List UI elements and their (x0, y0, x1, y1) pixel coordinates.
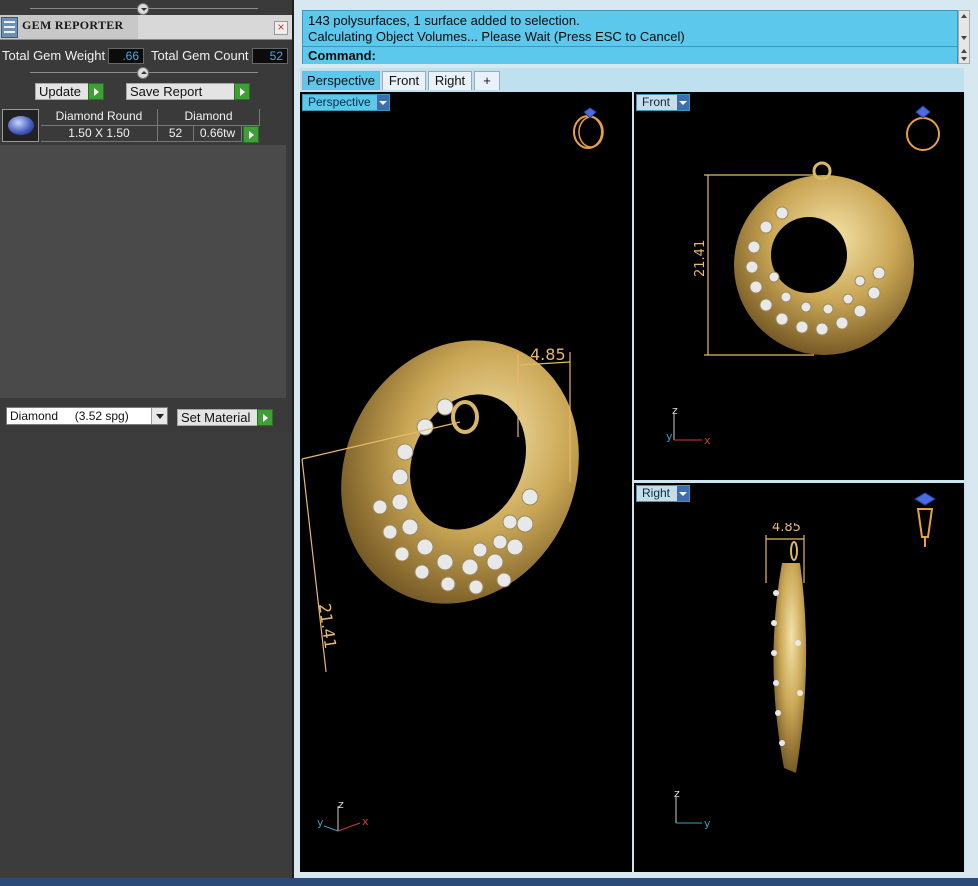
total-gem-count-label: Total Gem Count (151, 48, 249, 63)
right-viewport[interactable]: Right 4.85 z y (634, 483, 964, 872)
command-history-line: Calculating Object Volumes... Please Wai… (308, 29, 685, 44)
gem-list-area (0, 145, 286, 398)
pendant-side-render: 4.85 (765, 523, 807, 773)
arrow-right-icon (257, 409, 273, 426)
perspective-axis-widget: z x y (316, 798, 376, 838)
front-height-dimension: 21.41 (694, 240, 708, 277)
axis-y-label: y (704, 817, 711, 830)
tab-front[interactable]: Front (382, 71, 426, 90)
viewport-grid: Perspective 21.41 4.85 z x y Front 21.41… (300, 92, 966, 872)
command-prompt[interactable]: Command: (303, 46, 957, 64)
gem-size-cell: 1.50 X 1.50 (41, 126, 158, 142)
total-gem-count-value: 52 (252, 48, 288, 64)
perspective-viewport-label[interactable]: Perspective (302, 94, 390, 111)
close-icon[interactable]: × (274, 21, 288, 35)
scroll-down-icon[interactable] (961, 36, 967, 40)
front-viewport-label[interactable]: Front (636, 94, 690, 111)
chevron-down-icon[interactable] (377, 95, 389, 110)
ring-icon (573, 107, 604, 149)
command-prompt-label: Command: (308, 48, 376, 63)
viewport-tabs: Perspective Front Right + (300, 68, 964, 92)
material-select[interactable]: Diamond (3.52 spg) (6, 407, 168, 425)
gem-weight-cell: 0.66tw (194, 126, 242, 142)
perspective-height-dimension: 21.41 (315, 602, 340, 650)
scroll-down-icon[interactable] (961, 57, 967, 61)
collapse-up-icon[interactable] (137, 3, 149, 15)
axis-x-label: x (704, 434, 711, 447)
axis-y-label: y (666, 430, 673, 443)
axis-y-label: y (317, 816, 324, 829)
right-axis-widget: z y (668, 787, 728, 831)
ring-icon (906, 105, 940, 151)
taskbar (0, 878, 978, 886)
arrow-right-icon (234, 83, 250, 100)
panel-section-grip[interactable] (0, 67, 292, 79)
save-report-button[interactable]: Save Report (126, 83, 250, 100)
set-material-button[interactable]: Set Material (177, 409, 273, 426)
material-select-value: Diamond (3.52 spg) (10, 409, 129, 423)
axis-z-label: z (672, 404, 678, 417)
chevron-down-icon[interactable] (151, 408, 167, 424)
arrow-right-icon (88, 83, 104, 100)
scroll-up-icon[interactable] (961, 14, 967, 18)
scroll-up-icon[interactable] (961, 49, 967, 53)
save-report-button-label: Save Report (130, 84, 203, 99)
set-material-button-label: Set Material (181, 410, 251, 425)
tab-right[interactable]: Right (428, 71, 472, 90)
viewport-title: Perspective (308, 95, 371, 109)
gem-reporter-panel: GEM REPORTER × Total Gem Weight .66 Tota… (0, 0, 292, 878)
chevron-down-icon[interactable] (677, 95, 689, 110)
gem-count-cell: 52 (158, 126, 194, 142)
pendant-front-render: 21.41 (694, 161, 914, 356)
viewport-title: Right (642, 486, 671, 500)
right-viewport-label[interactable]: Right (636, 485, 690, 502)
add-tab-icon[interactable]: + (474, 71, 500, 90)
axis-z-label: z (674, 787, 680, 800)
collapse-down-icon[interactable] (137, 67, 149, 79)
perspective-viewport[interactable]: Perspective 21.41 4.85 z x y (300, 92, 632, 872)
panel-title: GEM REPORTER (22, 18, 124, 32)
command-history: 143 polysurfaces, 1 surface added to sel… (302, 10, 958, 64)
update-button[interactable]: Update (35, 83, 104, 100)
app-icon (1, 17, 18, 38)
axis-z-label: z (338, 798, 344, 811)
chevron-down-icon[interactable] (677, 486, 689, 501)
command-history-line: 143 polysurfaces, 1 surface added to sel… (308, 13, 580, 28)
axis-x-label: x (362, 815, 369, 828)
right-depth-dimension: 4.85 (772, 523, 801, 535)
modeling-window: 143 polysurfaces, 1 surface added to sel… (294, 0, 978, 878)
viewport-title: Front (642, 95, 671, 109)
command-scrollbar[interactable] (958, 10, 970, 64)
gem-material-header: Diamond (158, 109, 260, 126)
panel-collapse-grip[interactable] (0, 3, 292, 15)
total-gem-weight-value: .66 (108, 48, 144, 64)
earring-icon (914, 492, 936, 547)
total-gem-weight-label: Total Gem Weight (2, 48, 106, 63)
update-button-label: Update (39, 84, 81, 99)
gem-row-arrow-right-icon[interactable] (243, 126, 259, 143)
gem-thumbnail-icon[interactable] (2, 109, 39, 142)
pendant-render: 21.41 4.85 (301, 340, 579, 672)
gem-table: Diamond Round Diamond 1.50 X 1.50 52 0.6… (2, 109, 260, 143)
gem-shape-header: Diamond Round (41, 109, 158, 126)
panel-empty-area (0, 432, 292, 878)
panel-titlebar: GEM REPORTER × (0, 15, 292, 40)
perspective-depth-dimension: 4.85 (530, 345, 566, 364)
front-axis-widget: z x y (664, 404, 724, 448)
front-viewport[interactable]: Front 21.41 z x y (634, 92, 964, 480)
tab-perspective[interactable]: Perspective (302, 71, 380, 90)
